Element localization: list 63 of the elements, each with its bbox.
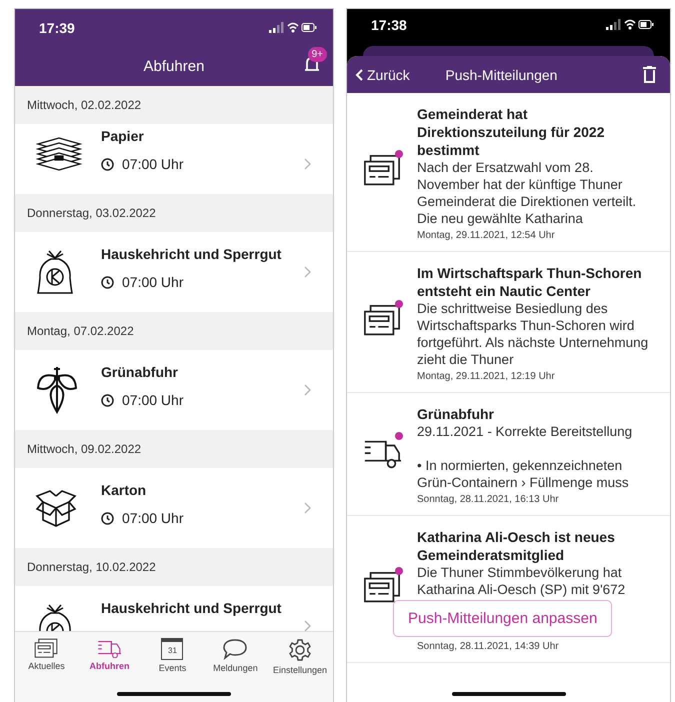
customize-notifications-button[interactable]: Push-Mitteilungen anpassen: [393, 600, 612, 636]
tab-bar-item[interactable]: Abfuhren: [78, 632, 141, 680]
tab-bar-item[interactable]: Aktuelles: [15, 632, 78, 680]
notification-text: Die schrittweise Besiedlung des Wirtschaftsparks Thun-Schoren wird fortgeführt. Als nächste Unternehmung zieht die Thuner: [417, 300, 650, 368]
notification-text: Die Thuner Stimmbevölkerung hat Katharina Ali-Oesch (SP) mit 9'672: [417, 564, 626, 598]
collection-time: 07:00 Uhr: [122, 392, 184, 408]
open-box-icon: [35, 488, 77, 528]
collection-title: Hauskehricht und Sperrgut: [101, 246, 282, 262]
date-header: Mittwoch, 02.02.2022: [15, 86, 333, 124]
notification-title: Katharina Ali-Oesch ist neues Gemeinderatsmitglied: [417, 528, 616, 564]
date-header: Mittwoch, 09.02.2022: [15, 430, 333, 468]
chevron-right-icon: [304, 266, 311, 278]
notification-date: Montag, 29.11.2021, 12:54 Uhr: [417, 230, 556, 241]
date-header: Donnerstag, 03.02.2022: [15, 194, 333, 232]
notification-badge: 9+: [308, 47, 327, 62]
news-cards-icon: [363, 571, 401, 604]
collection-title: Karton: [101, 482, 148, 498]
news-cards-icon: [363, 304, 401, 337]
clock-icon: [101, 512, 114, 524]
date-header: Donnerstag, 10.02.2022: [15, 548, 333, 586]
notification-date: Sonntag, 28.11.2021, 16:13 Uhr: [417, 494, 560, 505]
status-icons: [606, 19, 654, 31]
tab-bar-item[interactable]: 31 Events: [140, 632, 204, 680]
collection-title: Hauskehricht und Sperrgut: [101, 600, 282, 616]
chevron-left-icon: [355, 68, 363, 80]
chevron-right-icon: [304, 502, 311, 514]
screen-title: Abfuhren: [144, 58, 204, 75]
tab-bar-item[interactable]: Meldungen: [204, 632, 267, 680]
tab-bar-item[interactable]: Einstellungen: [266, 632, 333, 680]
trash-icon[interactable]: [643, 66, 656, 83]
clock-icon: [101, 158, 114, 170]
clock-icon: [101, 394, 114, 406]
status-time: 17:39: [39, 20, 75, 36]
status-time: 17:38: [371, 17, 407, 33]
calendar-icon: 31: [161, 638, 184, 660]
notification-text: Nach der Ersatzwahl vom 28. November hat der künftige Thuner Gemeinderat die Direktionen verteilt. Die neu gewählte Katharina: [417, 159, 638, 227]
collection-title: Grünabfuhr: [101, 364, 179, 380]
date-header: Montag, 07.02.2022: [15, 312, 333, 350]
chevron-right-icon: [304, 384, 311, 396]
truck-icon: [97, 638, 122, 658]
newspaper-stack-icon: [35, 136, 83, 172]
garbage-bag-icon: [35, 248, 75, 296]
speech-bubble-icon: [222, 638, 248, 660]
news-cards-icon: [363, 154, 401, 187]
status-icons: [269, 22, 317, 34]
notification-date: Sonntag, 28.11.2021, 14:39 Uhr: [417, 641, 560, 652]
notification-title: Im Wirtschaftspark Thun-Schoren entsteht ein Nautic Center: [417, 264, 643, 300]
collection-title: Papier: [101, 128, 145, 144]
clock-icon: [101, 276, 114, 288]
notification-title: Gemeinderat hat Direktionszuteilung für 2022 bestimmt: [417, 105, 606, 159]
chevron-right-icon: [304, 158, 311, 170]
leaves-icon: [35, 366, 79, 414]
collection-time: 07:00 Uhr: [122, 510, 184, 526]
settings-icon: [288, 638, 312, 662]
chevron-right-icon: [304, 620, 311, 631]
collection-time: 07:00 Uhr: [122, 274, 184, 290]
back-button[interactable]: Zurück: [355, 66, 410, 82]
screen-title: Push-Mitteilungen: [444, 66, 558, 82]
notification-date: Montag, 29.11.2021, 12:19 Uhr: [417, 371, 556, 382]
news-cards-icon: [34, 638, 58, 658]
notification-title: Grünabfuhr: [417, 405, 495, 423]
notification-text: 29.11.2021 - Korrekte Bereitstellung • In normierten, gekennzeichneten Grün-Containern › Füllmenge muss: [417, 423, 634, 491]
collection-time: 07:00 Uhr: [122, 156, 184, 172]
